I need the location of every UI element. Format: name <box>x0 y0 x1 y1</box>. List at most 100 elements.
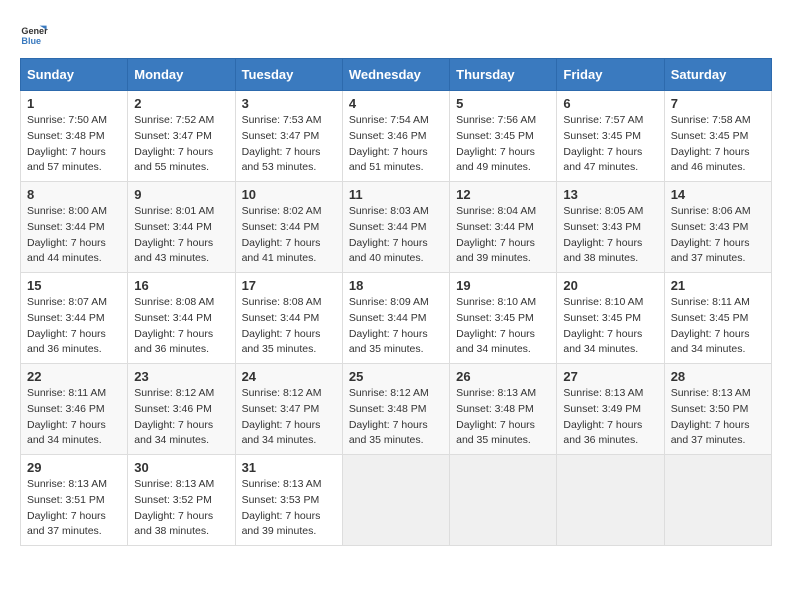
calendar-header-row: SundayMondayTuesdayWednesdayThursdayFrid… <box>21 59 772 91</box>
day-detail: Sunrise: 7:52 AM Sunset: 3:47 PM Dayligh… <box>134 113 228 176</box>
calendar-day-cell: 21 Sunrise: 8:11 AM Sunset: 3:45 PM Dayl… <box>664 273 771 364</box>
day-number: 12 <box>456 187 550 202</box>
day-number: 10 <box>242 187 336 202</box>
calendar-day-cell: 7 Sunrise: 7:58 AM Sunset: 3:45 PM Dayli… <box>664 91 771 182</box>
day-number: 24 <box>242 369 336 384</box>
day-detail: Sunrise: 8:11 AM Sunset: 3:46 PM Dayligh… <box>27 386 121 449</box>
day-number: 7 <box>671 96 765 111</box>
logo-icon: General Blue <box>20 20 48 48</box>
calendar-day-cell: 8 Sunrise: 8:00 AM Sunset: 3:44 PM Dayli… <box>21 182 128 273</box>
svg-text:Blue: Blue <box>21 36 41 46</box>
day-detail: Sunrise: 8:13 AM Sunset: 3:48 PM Dayligh… <box>456 386 550 449</box>
weekday-header: Monday <box>128 59 235 91</box>
day-detail: Sunrise: 8:00 AM Sunset: 3:44 PM Dayligh… <box>27 204 121 267</box>
day-number: 4 <box>349 96 443 111</box>
calendar-day-cell: 4 Sunrise: 7:54 AM Sunset: 3:46 PM Dayli… <box>342 91 449 182</box>
calendar-day-cell: 29 Sunrise: 8:13 AM Sunset: 3:51 PM Dayl… <box>21 455 128 546</box>
calendar-day-cell: 10 Sunrise: 8:02 AM Sunset: 3:44 PM Dayl… <box>235 182 342 273</box>
calendar-day-cell: 2 Sunrise: 7:52 AM Sunset: 3:47 PM Dayli… <box>128 91 235 182</box>
day-detail: Sunrise: 8:12 AM Sunset: 3:48 PM Dayligh… <box>349 386 443 449</box>
day-number: 27 <box>563 369 657 384</box>
day-detail: Sunrise: 8:13 AM Sunset: 3:50 PM Dayligh… <box>671 386 765 449</box>
calendar-day-cell: 26 Sunrise: 8:13 AM Sunset: 3:48 PM Dayl… <box>450 364 557 455</box>
day-detail: Sunrise: 8:12 AM Sunset: 3:47 PM Dayligh… <box>242 386 336 449</box>
calendar-day-cell: 15 Sunrise: 8:07 AM Sunset: 3:44 PM Dayl… <box>21 273 128 364</box>
calendar-day-cell: 24 Sunrise: 8:12 AM Sunset: 3:47 PM Dayl… <box>235 364 342 455</box>
calendar-day-cell: 9 Sunrise: 8:01 AM Sunset: 3:44 PM Dayli… <box>128 182 235 273</box>
page-header: General Blue <box>20 20 772 48</box>
day-number: 6 <box>563 96 657 111</box>
calendar-week-row: 22 Sunrise: 8:11 AM Sunset: 3:46 PM Dayl… <box>21 364 772 455</box>
logo: General Blue <box>20 20 52 48</box>
day-number: 26 <box>456 369 550 384</box>
day-detail: Sunrise: 8:13 AM Sunset: 3:53 PM Dayligh… <box>242 477 336 540</box>
day-detail: Sunrise: 8:10 AM Sunset: 3:45 PM Dayligh… <box>456 295 550 358</box>
day-number: 20 <box>563 278 657 293</box>
calendar-day-cell: 1 Sunrise: 7:50 AM Sunset: 3:48 PM Dayli… <box>21 91 128 182</box>
day-number: 11 <box>349 187 443 202</box>
day-number: 15 <box>27 278 121 293</box>
day-detail: Sunrise: 7:53 AM Sunset: 3:47 PM Dayligh… <box>242 113 336 176</box>
calendar-table: SundayMondayTuesdayWednesdayThursdayFrid… <box>20 58 772 546</box>
day-detail: Sunrise: 7:50 AM Sunset: 3:48 PM Dayligh… <box>27 113 121 176</box>
calendar-day-cell: 19 Sunrise: 8:10 AM Sunset: 3:45 PM Dayl… <box>450 273 557 364</box>
day-number: 3 <box>242 96 336 111</box>
calendar-day-cell <box>342 455 449 546</box>
calendar-day-cell: 18 Sunrise: 8:09 AM Sunset: 3:44 PM Dayl… <box>342 273 449 364</box>
day-detail: Sunrise: 8:08 AM Sunset: 3:44 PM Dayligh… <box>242 295 336 358</box>
day-detail: Sunrise: 8:09 AM Sunset: 3:44 PM Dayligh… <box>349 295 443 358</box>
calendar-day-cell: 6 Sunrise: 7:57 AM Sunset: 3:45 PM Dayli… <box>557 91 664 182</box>
calendar-week-row: 15 Sunrise: 8:07 AM Sunset: 3:44 PM Dayl… <box>21 273 772 364</box>
day-number: 13 <box>563 187 657 202</box>
calendar-week-row: 1 Sunrise: 7:50 AM Sunset: 3:48 PM Dayli… <box>21 91 772 182</box>
calendar-day-cell: 23 Sunrise: 8:12 AM Sunset: 3:46 PM Dayl… <box>128 364 235 455</box>
day-number: 23 <box>134 369 228 384</box>
calendar-day-cell: 17 Sunrise: 8:08 AM Sunset: 3:44 PM Dayl… <box>235 273 342 364</box>
day-detail: Sunrise: 7:54 AM Sunset: 3:46 PM Dayligh… <box>349 113 443 176</box>
calendar-day-cell <box>450 455 557 546</box>
day-detail: Sunrise: 8:03 AM Sunset: 3:44 PM Dayligh… <box>349 204 443 267</box>
calendar-day-cell: 22 Sunrise: 8:11 AM Sunset: 3:46 PM Dayl… <box>21 364 128 455</box>
calendar-day-cell: 16 Sunrise: 8:08 AM Sunset: 3:44 PM Dayl… <box>128 273 235 364</box>
day-detail: Sunrise: 7:56 AM Sunset: 3:45 PM Dayligh… <box>456 113 550 176</box>
day-number: 14 <box>671 187 765 202</box>
calendar-day-cell: 3 Sunrise: 7:53 AM Sunset: 3:47 PM Dayli… <box>235 91 342 182</box>
day-number: 22 <box>27 369 121 384</box>
day-detail: Sunrise: 8:10 AM Sunset: 3:45 PM Dayligh… <box>563 295 657 358</box>
day-detail: Sunrise: 8:13 AM Sunset: 3:51 PM Dayligh… <box>27 477 121 540</box>
day-number: 19 <box>456 278 550 293</box>
day-detail: Sunrise: 8:02 AM Sunset: 3:44 PM Dayligh… <box>242 204 336 267</box>
calendar-week-row: 8 Sunrise: 8:00 AM Sunset: 3:44 PM Dayli… <box>21 182 772 273</box>
day-detail: Sunrise: 8:13 AM Sunset: 3:49 PM Dayligh… <box>563 386 657 449</box>
day-number: 9 <box>134 187 228 202</box>
day-detail: Sunrise: 8:05 AM Sunset: 3:43 PM Dayligh… <box>563 204 657 267</box>
weekday-header: Thursday <box>450 59 557 91</box>
weekday-header: Wednesday <box>342 59 449 91</box>
day-number: 28 <box>671 369 765 384</box>
calendar-day-cell: 14 Sunrise: 8:06 AM Sunset: 3:43 PM Dayl… <box>664 182 771 273</box>
calendar-day-cell <box>664 455 771 546</box>
day-detail: Sunrise: 8:04 AM Sunset: 3:44 PM Dayligh… <box>456 204 550 267</box>
day-number: 21 <box>671 278 765 293</box>
day-number: 30 <box>134 460 228 475</box>
day-number: 1 <box>27 96 121 111</box>
day-number: 18 <box>349 278 443 293</box>
calendar-day-cell: 12 Sunrise: 8:04 AM Sunset: 3:44 PM Dayl… <box>450 182 557 273</box>
calendar-day-cell: 27 Sunrise: 8:13 AM Sunset: 3:49 PM Dayl… <box>557 364 664 455</box>
calendar-day-cell: 28 Sunrise: 8:13 AM Sunset: 3:50 PM Dayl… <box>664 364 771 455</box>
weekday-header: Saturday <box>664 59 771 91</box>
day-number: 5 <box>456 96 550 111</box>
calendar-day-cell: 25 Sunrise: 8:12 AM Sunset: 3:48 PM Dayl… <box>342 364 449 455</box>
day-number: 2 <box>134 96 228 111</box>
day-detail: Sunrise: 8:01 AM Sunset: 3:44 PM Dayligh… <box>134 204 228 267</box>
weekday-header: Tuesday <box>235 59 342 91</box>
day-number: 25 <box>349 369 443 384</box>
calendar-day-cell: 31 Sunrise: 8:13 AM Sunset: 3:53 PM Dayl… <box>235 455 342 546</box>
day-number: 29 <box>27 460 121 475</box>
calendar-day-cell <box>557 455 664 546</box>
calendar-day-cell: 5 Sunrise: 7:56 AM Sunset: 3:45 PM Dayli… <box>450 91 557 182</box>
day-detail: Sunrise: 8:11 AM Sunset: 3:45 PM Dayligh… <box>671 295 765 358</box>
calendar-week-row: 29 Sunrise: 8:13 AM Sunset: 3:51 PM Dayl… <box>21 455 772 546</box>
calendar-day-cell: 30 Sunrise: 8:13 AM Sunset: 3:52 PM Dayl… <box>128 455 235 546</box>
day-number: 17 <box>242 278 336 293</box>
